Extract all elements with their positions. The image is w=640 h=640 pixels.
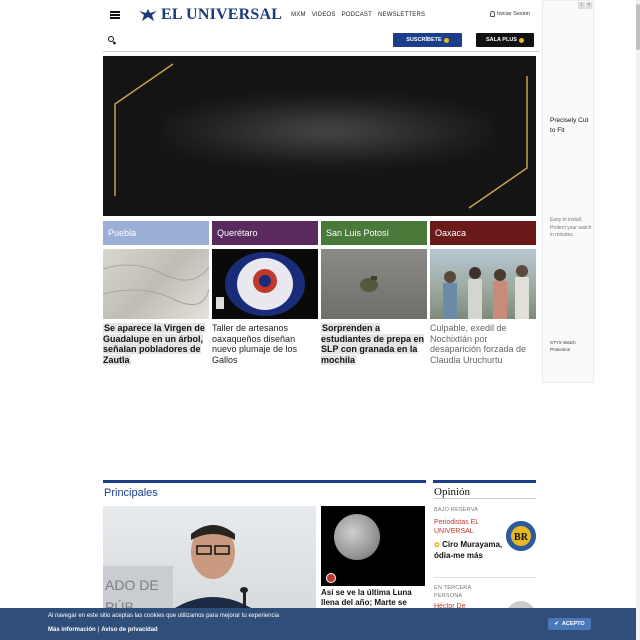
page: EL UNIVERSAL MXM VIDEOS PODCAST NEWSLETT… bbox=[0, 0, 640, 640]
protest-photo bbox=[443, 265, 529, 319]
opinion-item-divider bbox=[434, 577, 536, 578]
ad-body: Easy to install, Protect your watch in m… bbox=[550, 217, 592, 238]
region-image[interactable] bbox=[430, 249, 536, 319]
check-icon: ✔ bbox=[554, 621, 559, 627]
user-icon bbox=[489, 11, 495, 17]
grenade-photo bbox=[360, 276, 378, 292]
link-separator: | bbox=[97, 627, 100, 633]
headline-text: Se aparece la Virgen de Guadalupe en un … bbox=[103, 323, 205, 365]
cookie-links: Más información | Aviso de privacidad bbox=[48, 627, 158, 633]
region-cards: Puebla Se aparece la Virgen de Guadalupe… bbox=[103, 221, 536, 371]
logo-text: EL UNIVERSAL bbox=[161, 6, 283, 23]
search-row: SUSCRÍBETE SALA PLUS bbox=[103, 30, 540, 52]
search-icon[interactable] bbox=[108, 36, 114, 42]
top-nav: MXM VIDEOS PODCAST NEWSLETTERS bbox=[291, 12, 425, 18]
section-title-opinion[interactable]: Opinión bbox=[434, 486, 470, 498]
opinion-headline[interactable]: ✿ Ciro Murayama, ódia-me más bbox=[434, 540, 504, 561]
nav-item-newsletters[interactable]: NEWSLETTERS bbox=[378, 12, 425, 18]
region-tab[interactable]: Oaxaca bbox=[430, 221, 536, 245]
svg-text:BR: BR bbox=[514, 532, 529, 543]
moon-headline[interactable]: Así se ve la última Luna llena del año; … bbox=[321, 588, 425, 608]
moon-story-image[interactable] bbox=[321, 506, 425, 586]
region-card-san-luis-potosi[interactable]: San Luis Potosí Sorprenden a estudiantes… bbox=[321, 221, 427, 371]
coin-icon bbox=[518, 37, 524, 43]
region-headline[interactable]: Sorprenden a estudiantes de prepa en SLP… bbox=[321, 323, 427, 365]
opinion-headline-text: Ciro Murayama, ódia-me más bbox=[434, 540, 503, 560]
sala-plus-label: SALA PLUS bbox=[486, 37, 517, 43]
more-info-link[interactable]: Más información bbox=[48, 627, 96, 633]
region-card-puebla[interactable]: Puebla Se aparece la Virgen de Guadalupe… bbox=[103, 221, 209, 371]
privacy-link[interactable]: Aviso de privacidad bbox=[101, 627, 157, 633]
sparkle-icon: ✿ bbox=[434, 542, 440, 549]
main-story-image[interactable]: ADO DE PÚB bbox=[103, 506, 316, 616]
opinion-section-label[interactable]: EN TERCERA PERSONA bbox=[434, 584, 494, 600]
sidebar-ad[interactable]: i × Precisely Cut to Fit Easy to install… bbox=[542, 0, 594, 383]
headline-text: Sorprenden a estudiantes de prepa en SLP… bbox=[321, 323, 425, 365]
sala-plus-button[interactable]: SALA PLUS bbox=[476, 33, 534, 47]
ad-info-icon[interactable]: i bbox=[578, 2, 585, 9]
bajo-reserva-avatar[interactable]: BR bbox=[506, 521, 536, 551]
nav-item-videos[interactable]: VIDEOS bbox=[312, 12, 336, 18]
region-image[interactable] bbox=[321, 249, 427, 319]
region-tab[interactable]: Querétaro bbox=[212, 221, 318, 245]
region-card-oaxaca[interactable]: Oaxaca Culpable, exedil de Nochixtlán po… bbox=[430, 221, 536, 371]
ad-close-icon[interactable]: × bbox=[585, 2, 592, 9]
principales-rule bbox=[103, 480, 426, 483]
region-label: San Luis Potosí bbox=[326, 228, 390, 238]
star-icon bbox=[443, 37, 449, 43]
hero-banner[interactable] bbox=[103, 56, 536, 216]
section-title-principales[interactable]: Principales bbox=[104, 487, 158, 499]
region-headline[interactable]: Taller de artesanos oaxaqueños diseñan n… bbox=[212, 323, 318, 365]
subscribe-label: SUSCRÍBETE bbox=[406, 37, 442, 43]
region-card-queretaro[interactable]: Querétaro Taller de artesanos oaxaqueños… bbox=[212, 221, 318, 371]
opinion-author[interactable]: Periodistas EL UNIVERSAL bbox=[434, 518, 506, 536]
accept-label: ACEPTO bbox=[561, 621, 585, 627]
tree-bark-texture bbox=[103, 264, 209, 306]
video-badge-icon bbox=[326, 573, 336, 583]
rooster-artwork bbox=[216, 252, 305, 316]
region-label: Oaxaca bbox=[435, 228, 467, 238]
hero-frame-lines bbox=[114, 63, 528, 209]
svg-text:ADO DE: ADO DE bbox=[105, 577, 159, 593]
page-scrollbar[interactable] bbox=[636, 0, 640, 640]
opinion-divider bbox=[434, 498, 536, 499]
region-label: Querétaro bbox=[217, 228, 258, 238]
region-tab[interactable]: Puebla bbox=[103, 221, 209, 245]
nav-item-mxm[interactable]: MXM bbox=[291, 12, 306, 18]
region-tab[interactable]: San Luis Potosí bbox=[321, 221, 427, 245]
cookie-message: Al navegar en este sitio aceptas las coo… bbox=[48, 613, 280, 619]
opinion-section-label[interactable]: BAJO RESERVA bbox=[434, 507, 478, 513]
login-label: Iniciar Sesion bbox=[496, 11, 530, 17]
cookie-banner: Al navegar en este sitio aceptas las coo… bbox=[0, 608, 640, 640]
menu-icon[interactable] bbox=[110, 11, 120, 19]
nav-item-podcast[interactable]: PODCAST bbox=[342, 12, 372, 18]
ad-brand: STYX Watch Protection bbox=[550, 340, 576, 352]
br-logo-icon: BR bbox=[506, 521, 536, 551]
region-image[interactable] bbox=[103, 249, 209, 319]
region-headline[interactable]: Se aparece la Virgen de Guadalupe en un … bbox=[103, 323, 209, 365]
site-logo[interactable]: EL UNIVERSAL bbox=[138, 6, 282, 24]
politician-photo: ADO DE PÚB bbox=[103, 525, 263, 616]
opinion-rule bbox=[433, 480, 536, 483]
eagle-icon bbox=[139, 9, 157, 21]
subscribe-button[interactable]: SUSCRÍBETE bbox=[393, 33, 462, 47]
accept-cookies-button[interactable]: ✔ ACEPTO bbox=[548, 618, 591, 630]
ad-title: Precisely Cut to Fit bbox=[550, 117, 589, 134]
ad-controls: i × bbox=[578, 2, 592, 9]
region-image[interactable] bbox=[212, 249, 318, 319]
moon-photo bbox=[334, 514, 380, 560]
region-headline[interactable]: Culpable, exedil de Nochixtlán por desap… bbox=[430, 323, 536, 365]
login-link[interactable]: Iniciar Sesion bbox=[489, 11, 530, 17]
top-bar: EL UNIVERSAL MXM VIDEOS PODCAST NEWSLETT… bbox=[103, 0, 540, 30]
region-label: Puebla bbox=[108, 228, 137, 238]
scrollbar-thumb[interactable] bbox=[636, 4, 640, 50]
